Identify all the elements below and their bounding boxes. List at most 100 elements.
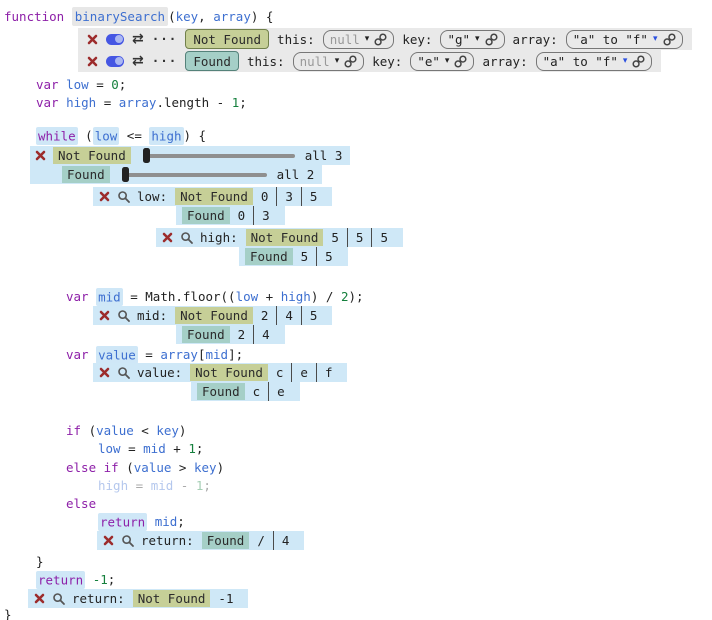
close-button[interactable] [162, 228, 173, 247]
more-options-icon[interactable]: ··· [152, 33, 178, 46]
probe-label: return: [141, 531, 194, 550]
probe-value: 5 [301, 187, 326, 206]
code-token: ( [78, 128, 93, 143]
code-token: ; [196, 441, 204, 456]
param-label-this: this: [247, 54, 285, 69]
probe-label: return: [72, 589, 125, 608]
slider-track[interactable] [143, 154, 295, 158]
dropdown-value: "e" [417, 54, 440, 69]
dropdown-value: null [330, 32, 360, 47]
probe-value: 2 [230, 325, 254, 344]
probe-row: Foundce [191, 382, 300, 401]
call-result-badge[interactable]: Found [185, 51, 239, 71]
close-button[interactable] [35, 150, 46, 161]
more-options-icon[interactable]: ··· [152, 55, 178, 68]
link-icon[interactable] [374, 33, 387, 46]
probe-value: 5 [323, 228, 347, 247]
code-token: <= [119, 128, 149, 143]
probe-value: 3 [276, 187, 301, 206]
code-token: ; [177, 514, 185, 529]
magnifier-icon[interactable] [180, 228, 194, 247]
code-token: } [4, 607, 12, 620]
close-button[interactable] [34, 589, 45, 608]
code-line: } [36, 553, 44, 571]
code-line: if (value < key) [66, 422, 186, 440]
close-button[interactable] [103, 531, 114, 550]
probe-value: 0 [253, 187, 277, 206]
probe-result-badge: Found [182, 326, 230, 343]
code-token: function [4, 9, 64, 24]
code-token [85, 572, 93, 587]
probe-values: ce [245, 382, 293, 401]
call-result-badge[interactable]: Not Found [185, 29, 269, 49]
link-icon[interactable] [632, 55, 645, 68]
code-token: high [281, 289, 311, 304]
code-token: ) [179, 423, 187, 438]
key-dropdown[interactable]: "e"▾ [410, 52, 474, 71]
code-editor-canvas: function binarySearch(key, array) { ⇄ ··· N… [0, 0, 712, 620]
close-button[interactable] [99, 187, 110, 206]
this-dropdown[interactable]: null▾ [293, 52, 365, 71]
code-token: binarySearch [72, 7, 168, 26]
swap-calls-icon[interactable]: ⇄ [132, 32, 144, 46]
toggle-switch[interactable] [106, 34, 124, 45]
code-line: low = mid + 1; [98, 440, 203, 458]
code-token: mid [96, 288, 123, 306]
code-line: function binarySearch(key, array) { [4, 8, 273, 26]
code-token: ]; [228, 347, 243, 362]
code-token: 0 [111, 77, 119, 92]
slider-thumb[interactable] [122, 167, 129, 182]
close-button[interactable] [99, 306, 110, 325]
array-dropdown[interactable]: "a" to "f"▾ [566, 30, 683, 49]
code-token: } [36, 554, 44, 569]
probe-result-badge: Not Found [246, 229, 324, 246]
code-line: else if (value > key) [66, 459, 224, 477]
code-token: ); [348, 289, 363, 304]
code-token: ) { [184, 128, 207, 143]
link-icon[interactable] [663, 33, 676, 46]
code-token [96, 460, 104, 475]
close-button[interactable] [99, 363, 110, 382]
magnifier-icon[interactable] [52, 589, 66, 608]
probe-values: 03 [230, 206, 278, 225]
probe-values: /4 [249, 531, 297, 550]
magnifier-icon[interactable] [117, 306, 131, 325]
slider-track[interactable] [122, 173, 267, 177]
magnifier-icon[interactable] [121, 531, 135, 550]
code-token: > [171, 460, 194, 475]
slider-result-badge: Found [62, 166, 110, 183]
close-button[interactable] [87, 56, 98, 67]
iteration-slider-row: Not Foundall 3 [30, 146, 350, 165]
toggle-switch[interactable] [106, 56, 124, 67]
code-token: = [138, 347, 161, 362]
toggle-knob-icon [115, 35, 123, 43]
close-button[interactable] [87, 34, 98, 45]
array-dropdown[interactable]: "a" to "f"▾ [536, 52, 653, 71]
link-icon[interactable] [454, 55, 467, 68]
code-line: while (low <= high) { [36, 127, 206, 145]
link-icon[interactable] [344, 55, 357, 68]
code-token: key [194, 460, 217, 475]
key-dropdown[interactable]: "g"▾ [440, 30, 504, 49]
link-icon[interactable] [485, 33, 498, 46]
code-token: ; [203, 478, 211, 493]
swap-calls-icon[interactable]: ⇄ [132, 54, 144, 68]
magnifier-icon[interactable] [117, 363, 131, 382]
code-token: low [93, 127, 120, 145]
this-dropdown[interactable]: null▾ [323, 30, 395, 49]
code-line: var mid = Math.floor((low + high) / 2); [66, 288, 364, 306]
code-token: ) { [251, 9, 274, 24]
code-token: var [36, 77, 59, 92]
code-token: return [36, 571, 85, 589]
code-token: high [149, 127, 183, 145]
code-line: var low = 0; [36, 76, 126, 94]
probe-values: 55 [293, 247, 341, 266]
code-token [59, 95, 67, 110]
probe-value: f [316, 363, 341, 382]
probe-value: 4 [273, 531, 298, 550]
slider-thumb[interactable] [143, 148, 150, 163]
magnifier-icon[interactable] [117, 187, 131, 206]
probe-value: c [268, 363, 292, 382]
probe-row: Found03 [176, 206, 285, 225]
spacer [110, 187, 117, 206]
